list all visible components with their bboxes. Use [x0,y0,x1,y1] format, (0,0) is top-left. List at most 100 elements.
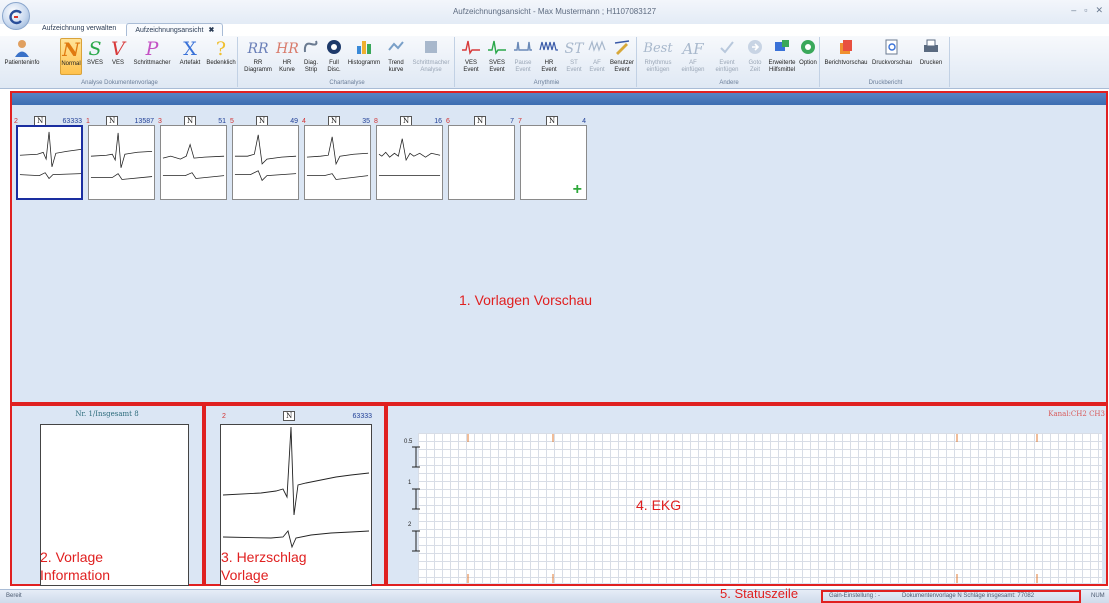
ekg-overlay-svg [412,434,1038,583]
template-thumbnail[interactable]: + [520,125,587,200]
button-label: Berichtvorschau [824,60,868,66]
close-tab-icon[interactable]: ✖ [208,27,214,34]
ribbon-tabs: Aufzeichnung verwalten Aufzeichnungsansi… [34,23,224,37]
template-info-caption: Nr. 1/Insgesamt 8 [75,410,139,418]
beat-type-badge: N [283,411,296,421]
diag-strip-button[interactable]: Diag. Strip [300,38,322,75]
status-text: Bereit [6,593,22,599]
template-thumbnail[interactable] [16,125,83,200]
scale-label-1: 0.5 [404,439,413,445]
ves-icon: V [111,38,125,60]
best-icon: Best [643,41,673,56]
full-disc-button[interactable]: Full Disc. [324,38,344,75]
rr-icon: RR [247,41,269,57]
button-label: SVES Event [488,60,505,73]
event-einfuegen-button[interactable]: Event einfügen [711,38,743,75]
st-event-button[interactable]: ST ST Event [563,38,585,75]
patienteninfo-button[interactable]: Patienteninfo [2,38,42,75]
template-thumbnail[interactable] [232,125,299,200]
schrittmacher-button[interactable]: P Schrittmacher [129,38,175,75]
report-preview-icon [824,38,868,60]
template-count: 35 [362,117,371,125]
artefakt-button[interactable]: X Artefakt [176,38,204,75]
button-label: HR Event [541,60,557,73]
tools-icon [767,38,797,60]
tab-aufzeichnungsansicht[interactable]: Aufzeichnungsansicht ✖ [126,23,224,37]
group-analyse: Patienteninfo N Normal S SVES V VES P Sc… [2,37,238,87]
template-waveform [378,138,441,176]
bedenklich-button[interactable]: ? Bedenklich [205,38,237,75]
button-label: Diag. Strip [303,60,318,73]
trend-kurve-button[interactable]: Trend kurve [384,38,408,75]
af-event-button[interactable]: AF Event [587,38,607,75]
maximize-button[interactable]: ▫ [1084,5,1087,16]
template-index: 8 [374,117,378,125]
template-thumbnail[interactable] [448,125,515,200]
sves-event-button[interactable]: SVES Event [485,38,509,75]
button-label: Benutzer Event [609,60,634,73]
ecg-green-icon [485,38,509,60]
tab-aufzeichnung-verwalten[interactable]: Aufzeichnung verwalten [34,23,124,37]
template-thumbnail[interactable] [88,125,155,200]
button-label: Artefakt [179,60,201,66]
hr-icon: HR [276,41,299,57]
button-label: Erweiterte Hilfsmittel [768,60,796,73]
drucken-button[interactable]: Drucken [916,38,946,75]
goto-zeit-button[interactable]: Goto Zeit [743,38,767,75]
rr-diagramm-button[interactable]: RR RR Diagramm [242,38,274,75]
ves-event-button[interactable]: VES Event [459,38,483,75]
disc-icon [324,38,344,60]
title-bar: Aufzeichnungsansicht - Max Mustermann ; … [0,0,1109,24]
rhythmus-einfuegen-button[interactable]: Best Rhythmus einfügen [641,38,675,75]
button-label: Patienteninfo [4,60,40,66]
app-logo-icon [9,9,22,25]
button-label: Schrittmacher Analyse [412,60,450,73]
button-label: Pause Event [514,60,532,73]
option-button[interactable]: Option [797,38,819,75]
histogram-icon [346,38,382,60]
person-icon [2,38,42,60]
scale-label-3: 2 [408,522,412,528]
hr-kurve-button[interactable]: HR HR Kurve [276,38,299,75]
benutzer-event-button[interactable]: Benutzer Event [609,38,635,75]
template-thumbnail[interactable] [376,125,443,200]
app-menu-button[interactable] [2,2,30,30]
template-index: 7 [518,117,522,125]
druckvorschau-button[interactable]: Druckvorschau [870,38,914,75]
af-einfuegen-button[interactable]: AF AF einfügen [677,38,709,75]
normal-button[interactable]: N Normal [60,38,82,75]
berichtvorschau-button[interactable]: Berichtvorschau [824,38,868,75]
section-label-ekg: 4. EKG [636,497,682,513]
button-label: Histogramm [347,60,381,66]
add-template-icon[interactable]: + [573,181,582,199]
group-label: Druckbericht [868,80,903,86]
option-icon [797,38,819,60]
minimize-button[interactable]: – [1071,5,1076,16]
window-controls: – ▫ ✕ [1071,5,1103,16]
schrittmacher-analyse-button[interactable]: Schrittmacher Analyse [410,38,452,75]
section-label-info: 2. Vorlage Information [40,549,111,583]
pause-event-button[interactable]: Pause Event [511,38,535,75]
trend-icon [384,38,408,60]
button-label: VES Event [463,60,479,73]
strip-icon [300,38,322,60]
template-thumbnail[interactable] [160,125,227,200]
erweiterte-hilfsmittel-button[interactable]: Erweiterte Hilfsmittel [767,38,797,75]
group-label: Chartanalyse [329,80,365,86]
pencil-icon [609,38,635,60]
template-waveform [19,131,82,180]
button-label: AF einfügen [681,60,705,73]
ves-button[interactable]: V VES [109,38,127,75]
button-label: Schrittmacher [133,60,171,66]
hr-event-button[interactable]: HR Event [537,38,561,75]
template-thumbnail[interactable] [304,125,371,200]
button-label: Full Disc. [327,60,341,73]
pacer-icon [410,38,452,60]
sves-button[interactable]: S SVES [85,38,105,75]
button-label: VES [111,60,124,66]
event-insert-icon [711,38,743,60]
histogramm-button[interactable]: Histogramm [346,38,382,75]
close-button[interactable]: ✕ [1095,5,1103,16]
template-beat-count: Dokumentenvorlage N Schläge insgesamt: 7… [902,593,1035,599]
group-andere: Best Rhythmus einfügen AF AF einfügen Ev… [639,37,820,87]
